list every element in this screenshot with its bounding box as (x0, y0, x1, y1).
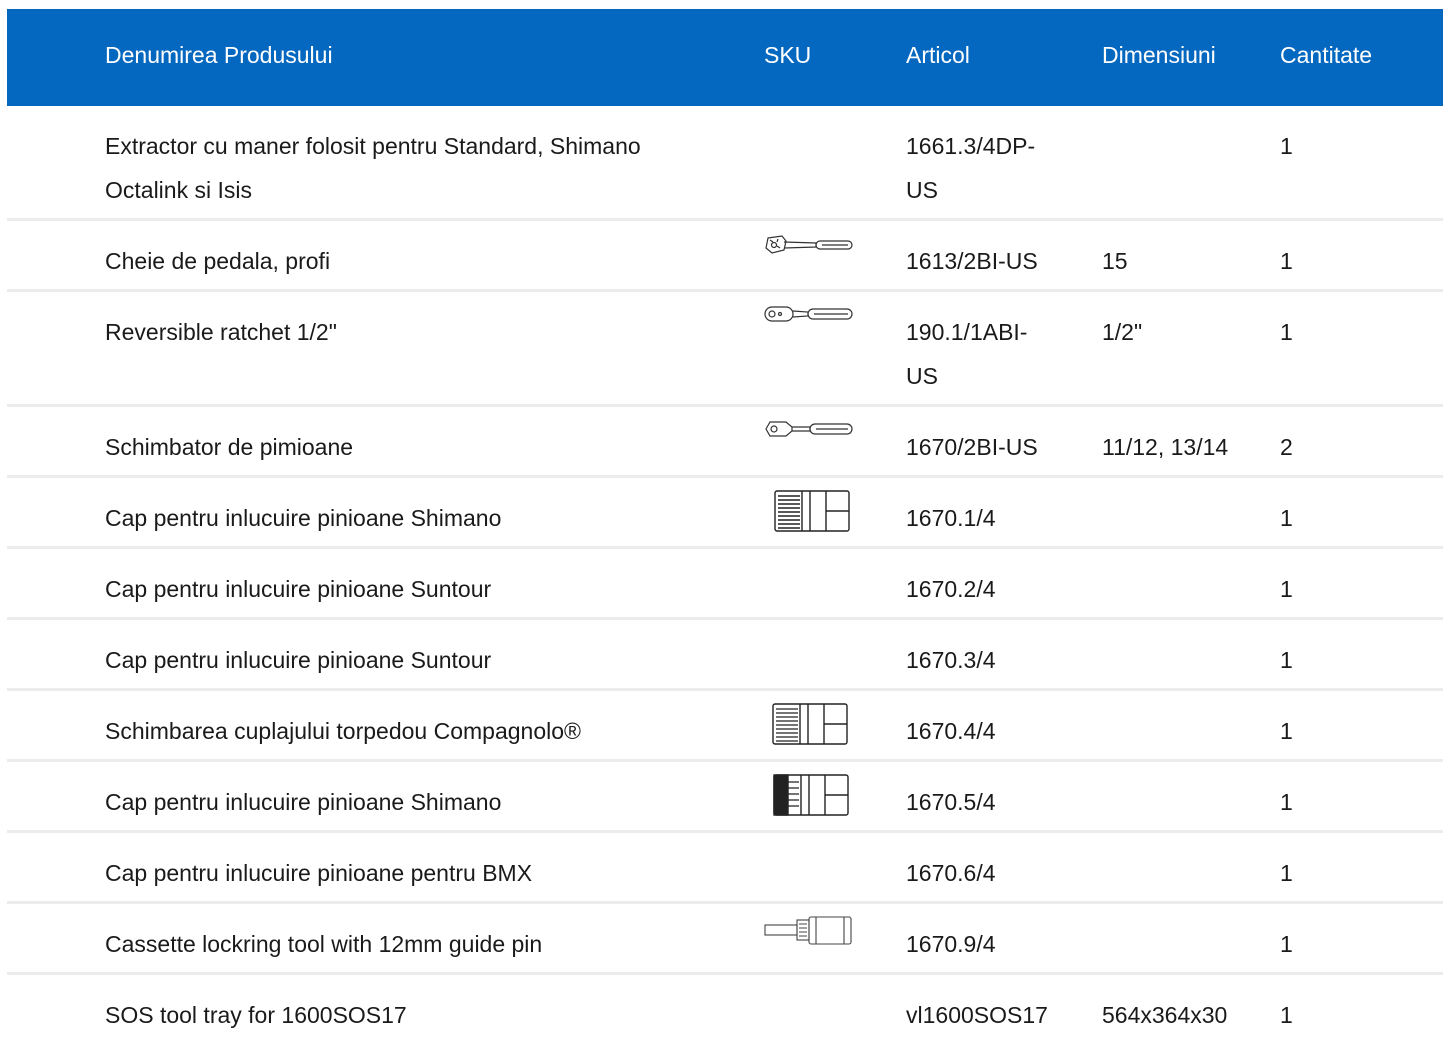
quantity-value: 1 (1280, 505, 1293, 531)
article-number: vl1600SOS17 (906, 1002, 1048, 1028)
product-name: Extractor cu maner folosit pentru Standa… (105, 133, 641, 203)
article-number: 190.1/1ABI- US (906, 319, 1028, 389)
article-number: 1670.3/4 (906, 647, 996, 673)
column-header-quantity[interactable]: Cantitate (1280, 42, 1372, 68)
table-row: Cap pentru inlucuire pinioane Shimano 16… (7, 478, 1443, 549)
product-name: Cap pentru inlucuire pinioane Suntour (105, 647, 492, 673)
quantity-value: 1 (1280, 133, 1293, 159)
article-number: 1670/2BI-US (906, 434, 1038, 460)
ratchet-icon (764, 304, 854, 324)
chain-whip-icon (764, 419, 854, 439)
product-name: Cap pentru inlucuire pinioane pentru BMX (105, 860, 533, 886)
table-header: Denumirea Produsului SKU Articol Dimensi… (7, 9, 1443, 106)
column-header-dimensions[interactable]: Dimensiuni (1102, 42, 1216, 68)
article-number: 1670.2/4 (906, 576, 996, 602)
table-row: Cassette lockring tool with 12mm guide p… (7, 904, 1443, 975)
product-name: Reversible ratchet 1/2" (105, 319, 337, 345)
product-name: Cap pentru inlucuire pinioane Shimano (105, 505, 502, 531)
quantity-value: 1 (1280, 931, 1293, 957)
socket-icon (772, 703, 848, 745)
product-name: Cassette lockring tool with 12mm guide p… (105, 931, 543, 957)
dimensions-value: 15 (1102, 248, 1128, 274)
socket-dark-icon (773, 774, 849, 816)
quantity-value: 1 (1280, 319, 1293, 345)
dimensions-value: 1/2" (1102, 319, 1143, 345)
column-header-sku[interactable]: SKU (764, 42, 811, 68)
quantity-value: 1 (1280, 576, 1293, 602)
product-name: SOS tool tray for 1600SOS17 (105, 1002, 407, 1028)
table-row: Cap pentru inlucuire pinioane Shimano 16… (7, 762, 1443, 833)
article-number: 1670.1/4 (906, 505, 996, 531)
dimensions-value: 564x364x30 (1102, 1002, 1228, 1028)
article-number: 1670.5/4 (906, 789, 996, 815)
table-row: Extractor cu maner folosit pentru Standa… (7, 106, 1443, 221)
product-name: Cap pentru inlucuire pinioane Suntour (105, 576, 492, 602)
quantity-value: 1 (1280, 718, 1293, 744)
table-row: Cheie de pedala, profi 1613/2BI-US 15 1 (7, 221, 1443, 292)
product-name: Cheie de pedala, profi (105, 248, 331, 274)
product-name: Schimbator de pimioane (105, 434, 354, 460)
lockring-tool-icon (764, 916, 854, 946)
quantity-value: 1 (1280, 860, 1293, 886)
article-number: 1661.3/4DP- US (906, 133, 1036, 203)
article-number: 1670.9/4 (906, 931, 996, 957)
table-row: Cap pentru inlucuire pinioane Suntour 16… (7, 549, 1443, 620)
pedal-wrench-icon (764, 233, 854, 257)
quantity-value: 1 (1280, 1002, 1293, 1028)
article-number: 1613/2BI-US (906, 248, 1038, 274)
table-row: Cap pentru inlucuire pinioane Suntour 16… (7, 620, 1443, 691)
table-row: Reversible ratchet 1/2" 190.1/1ABI- US 1… (7, 292, 1443, 407)
quantity-value: 1 (1280, 248, 1293, 274)
product-table: Denumirea Produsului SKU Articol Dimensi… (7, 9, 1443, 1043)
socket-icon (774, 490, 850, 532)
column-header-article[interactable]: Articol (906, 42, 970, 68)
table-row: Schimbator de pimioane 1670/2BI-US 11/12… (7, 407, 1443, 478)
article-number: 1670.6/4 (906, 860, 996, 886)
quantity-value: 1 (1280, 647, 1293, 673)
product-name: Schimbarea cuplajului torpedou Compagnol… (105, 718, 581, 744)
quantity-value: 2 (1280, 434, 1293, 460)
product-name: Cap pentru inlucuire pinioane Shimano (105, 789, 502, 815)
table-row: Cap pentru inlucuire pinioane pentru BMX… (7, 833, 1443, 904)
quantity-value: 1 (1280, 789, 1293, 815)
column-header-name[interactable]: Denumirea Produsului (105, 42, 333, 68)
table-row: Schimbarea cuplajului torpedou Compagnol… (7, 691, 1443, 762)
dimensions-value: 11/12, 13/14 (1102, 434, 1229, 460)
table-row: SOS tool tray for 1600SOS17 vl1600SOS17 … (7, 975, 1443, 1043)
article-number: 1670.4/4 (906, 718, 996, 744)
